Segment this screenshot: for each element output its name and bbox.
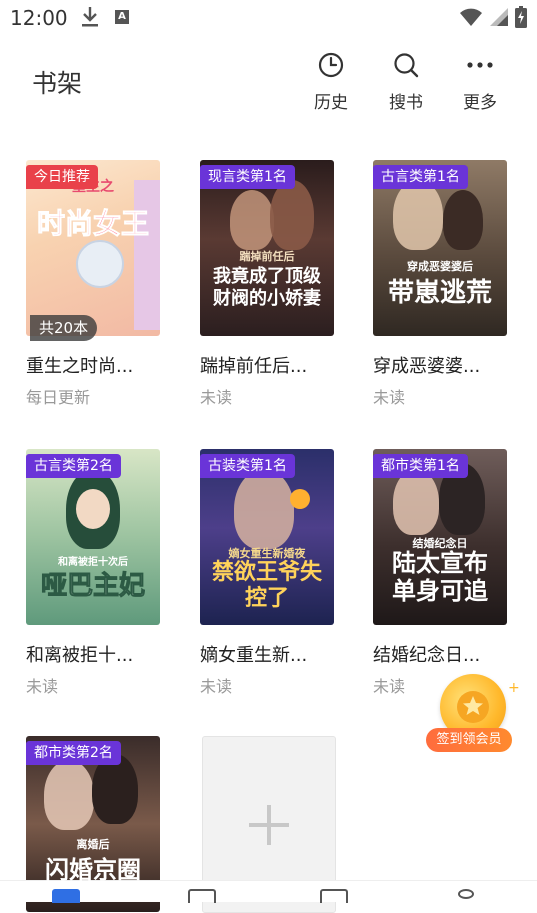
- book-item[interactable]: 嫡女重生新婚夜 禁欲王爷失控了 古装类第1名 嫡女重生新... 未读: [200, 449, 348, 699]
- a-notification-icon: A: [115, 10, 129, 24]
- clock-icon: [301, 50, 361, 80]
- more-label: 更多: [463, 93, 497, 113]
- system-status-icons: [459, 6, 527, 28]
- sign-in-reward-button[interactable]: + 签到领会员: [424, 674, 524, 758]
- book-item[interactable]: 踹掉前任后 我竟成了顶级财阀的小娇妻 现言类第1名 踹掉前任后... 未读: [200, 160, 348, 410]
- history-button[interactable]: 历史: [301, 50, 361, 114]
- rank-badge: 今日推荐: [26, 165, 98, 189]
- book-title: 重生之时尚...: [26, 356, 134, 377]
- book-item[interactable]: 穿成恶婆婆后 带崽逃荒 古言类第1名 穿成恶婆婆... 未读: [373, 160, 521, 410]
- book-status: 未读: [373, 388, 406, 407]
- book-title: 和离被拒十...: [26, 645, 134, 666]
- more-button[interactable]: 更多: [450, 50, 510, 114]
- cover-title: 时尚女王: [36, 207, 149, 241]
- status-time: 12:00: [10, 6, 68, 30]
- sparkle-icon: +: [508, 680, 520, 696]
- cover-title: 带崽逃荒: [387, 278, 492, 308]
- book-item[interactable]: 离婚后 闪婚京圈 都市类第2名: [26, 736, 174, 912]
- rank-badge: 都市类第2名: [26, 741, 121, 765]
- status-bar: 12:00 A: [0, 0, 537, 36]
- cover-title: 陆太宣布单身可追: [392, 548, 488, 605]
- signal-icon: [490, 8, 508, 26]
- rank-badge: 古装类第1名: [200, 454, 295, 478]
- cover-title: 哑巴主妃: [40, 571, 145, 602]
- book-title: 踹掉前任后...: [200, 356, 308, 377]
- book-status: 每日更新: [26, 388, 91, 407]
- book-status: 未读: [26, 677, 59, 696]
- book-item[interactable]: 重生之 时尚女王 今日推荐 共20本 重生之时尚... 每日更新: [26, 160, 174, 410]
- tab-profile[interactable]: [458, 889, 474, 899]
- book-status: 未读: [200, 677, 233, 696]
- rank-badge: 古言类第1名: [373, 165, 468, 189]
- sign-in-reward-label: 签到领会员: [426, 728, 512, 752]
- rank-badge: 现言类第1名: [200, 165, 295, 189]
- book-title: 穿成恶婆婆...: [373, 356, 481, 377]
- search-icon: [376, 50, 436, 80]
- search-label: 搜书: [389, 93, 423, 113]
- book-title: 结婚纪念日...: [373, 645, 481, 666]
- battery-icon: [515, 6, 527, 28]
- wifi-icon: [460, 8, 482, 26]
- rank-badge: 古言类第2名: [26, 454, 121, 478]
- download-icon: [80, 6, 100, 32]
- rank-badge: 都市类第1名: [373, 454, 468, 478]
- history-label: 历史: [314, 93, 348, 113]
- more-dots-icon: [450, 50, 510, 80]
- book-item[interactable]: 和离被拒十次后 哑巴主妃 古言类第2名 和离被拒十... 未读: [26, 449, 174, 699]
- cover-title: 禁欲王爷失控了: [211, 559, 322, 611]
- volume-count: 共20本: [30, 315, 98, 341]
- book-title: 嫡女重生新...: [200, 645, 308, 666]
- book-status: 未读: [200, 388, 233, 407]
- cover-subtitle: 踹掉前任后: [239, 250, 295, 263]
- search-button[interactable]: 搜书: [376, 50, 436, 114]
- cover-title: 闪婚京圈: [45, 855, 141, 884]
- book-status: 未读: [373, 677, 406, 696]
- page-title: 书架: [32, 69, 83, 98]
- book-item[interactable]: 结婚纪念日 陆太宣布单身可追 都市类第1名 结婚纪念日... 未读: [373, 449, 521, 699]
- cover-title: 我竟成了顶级财阀的小娇妻: [213, 266, 321, 309]
